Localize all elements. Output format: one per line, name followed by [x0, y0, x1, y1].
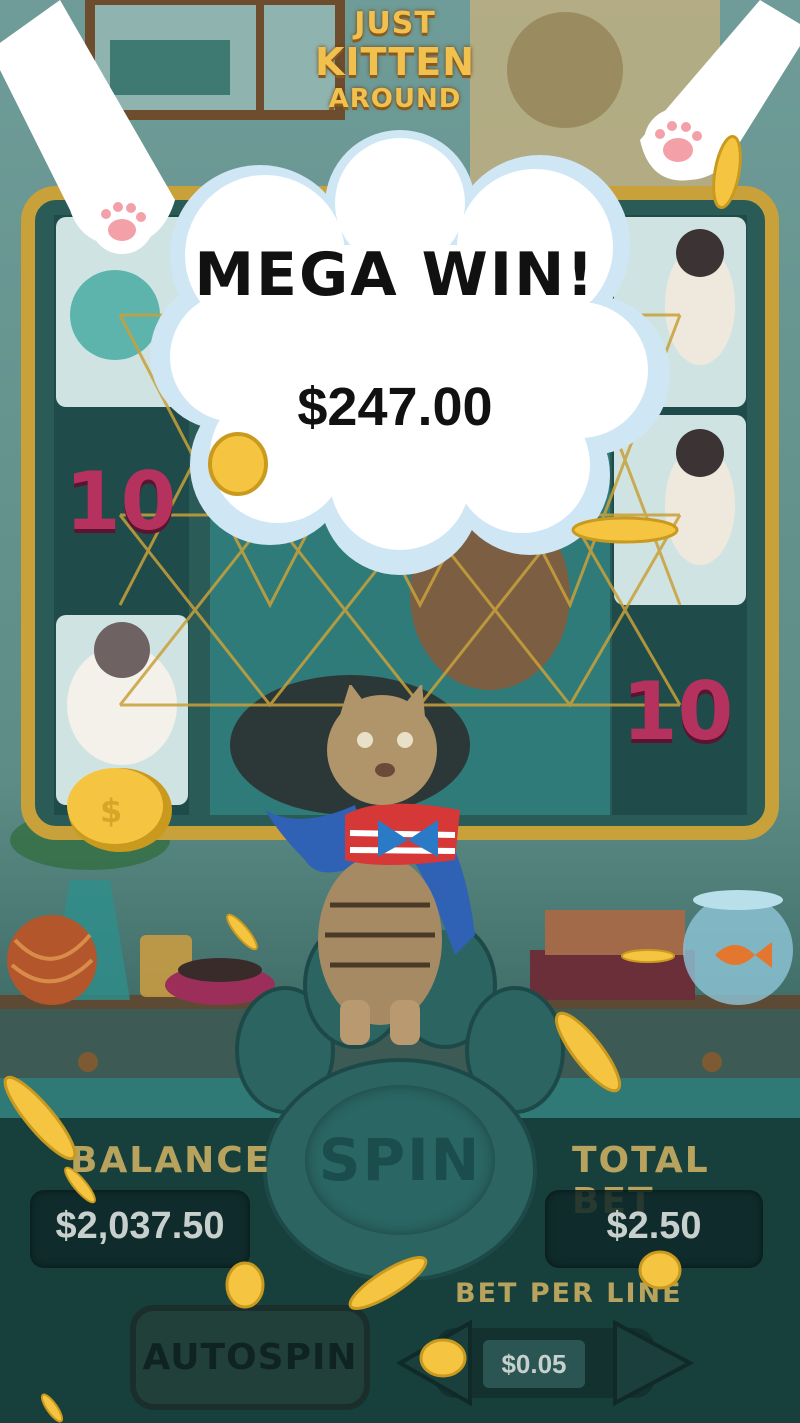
coin-icon [419, 1338, 467, 1378]
coin-icon [638, 1250, 682, 1290]
coin-icon [208, 432, 268, 496]
coin-icon [712, 134, 742, 210]
coin-icon [64, 1166, 96, 1204]
coin-icon: $ [67, 768, 172, 852]
slot-game-screen: 10 10 JUST KITTEN AROUND MEGA WIN! $247.… [0, 0, 800, 1423]
coin-icon [554, 1011, 622, 1093]
coin-icon [3, 1075, 77, 1161]
coin-shower: $ [3, 134, 742, 1423]
coin-icon [571, 516, 679, 544]
coin-icon [225, 1261, 265, 1309]
coin-icon [226, 913, 258, 951]
coin-icon [621, 949, 675, 963]
coin-icon [40, 1393, 64, 1423]
coin-icon [348, 1256, 428, 1310]
svg-text:$: $ [100, 792, 122, 830]
